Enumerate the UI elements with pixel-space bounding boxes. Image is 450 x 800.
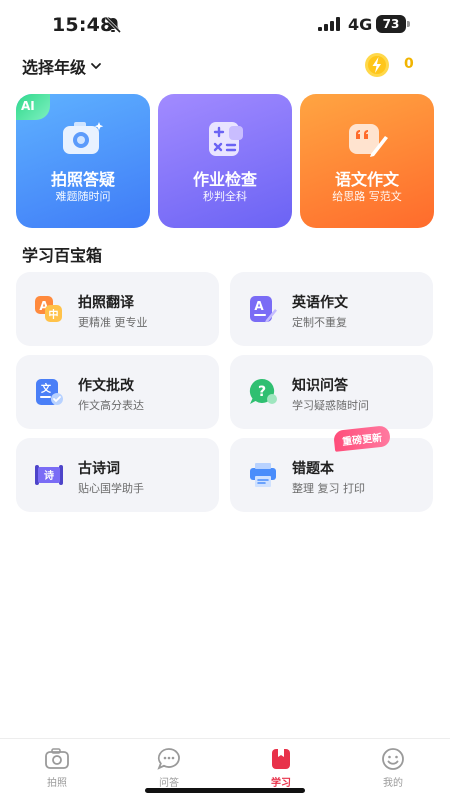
quote-pen-icon [349,124,388,157]
ai-badge: AI [16,94,50,120]
tab-label: 问答 [159,778,179,789]
bell-off-icon [104,16,122,34]
translate-icon: A 中 [35,296,62,322]
tool-title: 英语作文 [292,295,348,311]
tab-mine[interactable]: 我的 [358,747,428,789]
tab-label: 拍照 [47,778,67,789]
feature-title: 拍照答疑 [50,170,115,189]
battery-icon: 73 [376,15,410,33]
tool-ancient-poems[interactable]: 诗 古诗词 贴心国学助手 [16,438,219,512]
tool-title: 作文批改 [78,378,134,394]
tool-title: 古诗词 [78,461,120,477]
printer-icon [250,463,276,487]
new-badge: 重磅更新 [333,425,391,452]
svg-text:?: ? [258,384,266,400]
tool-title: 知识问答 [292,378,348,394]
book-tab-icon [272,749,290,769]
tool-title: 拍照翻译 [78,295,134,311]
status-bar: 15:48 4G 73 [0,0,450,50]
tool-subtitle: 作文高分表达 [78,399,144,412]
tool-photo-translate[interactable]: A 中 拍照翻译 更精准 更专业 [16,272,219,346]
home-indicator [145,788,305,793]
tool-title: 错题本 [292,461,334,477]
chevron-down-icon [91,63,101,69]
tool-essay-correct[interactable]: 文 作文批改 作文高分表达 [16,355,219,429]
network-type: 4G [348,15,373,34]
signal-icon [318,17,340,31]
smile-tab-icon [382,748,404,770]
grade-selector[interactable]: 选择年级 [22,54,102,78]
feature-card-chinese-essay[interactable]: 语文作文 给思路 写范文 [300,94,434,228]
battery-level: 73 [376,15,406,33]
tool-english-essay[interactable]: A 英语作文 定制不重复 [230,272,433,346]
tool-mistake-book[interactable]: 重磅更新 错题本 整理 复习 打印 [230,425,433,512]
section-title: 学习百宝箱 [22,246,103,265]
calculator-icon [209,122,243,156]
svg-text:A: A [254,299,264,313]
tool-subtitle: 定制不重复 [292,316,347,329]
feature-subtitle: 秒判全科 [203,190,247,203]
svg-text:中: 中 [49,308,59,321]
feature-title: 作业检查 [192,170,257,189]
poem-scroll-icon: 诗 [35,465,63,485]
camera-icon [63,122,104,154]
feature-title: 语文作文 [334,170,399,189]
tool-subtitle: 整理 复习 打印 [292,482,365,495]
tab-study[interactable]: 学习 [246,747,316,789]
question-bubble-icon: ? [249,378,277,404]
tab-photo[interactable]: 拍照 [22,747,92,789]
tab-qa[interactable]: 问答 [134,747,204,789]
chat-tab-icon [157,748,180,770]
feature-card-homework-check[interactable]: 作业检查 秒判全科 [158,94,292,228]
svg-text:文: 文 [41,382,52,395]
tool-subtitle: 贴心国学助手 [78,482,144,495]
tool-subtitle: 更精准 更专业 [78,316,148,329]
grade-label: 选择年级 [22,58,87,77]
tool-knowledge-qa[interactable]: ? 知识问答 学习疑惑随时问 [230,355,433,429]
tab-label: 我的 [383,778,403,789]
svg-text:诗: 诗 [44,469,54,482]
energy-count: 0 [404,56,414,72]
tool-subtitle: 学习疑惑随时问 [292,399,369,412]
essay-correct-icon: 文 [36,379,63,405]
lightning-icon[interactable] [364,52,390,78]
camera-tab-icon [45,748,69,769]
english-writing-icon: A [250,296,277,323]
feature-subtitle: 难题随时问 [55,190,111,203]
feature-card-photo-qa[interactable]: AI 拍照答疑 难题随时问 [16,94,150,228]
feature-subtitle: 给思路 写范文 [332,190,402,203]
tab-label: 学习 [271,778,291,789]
